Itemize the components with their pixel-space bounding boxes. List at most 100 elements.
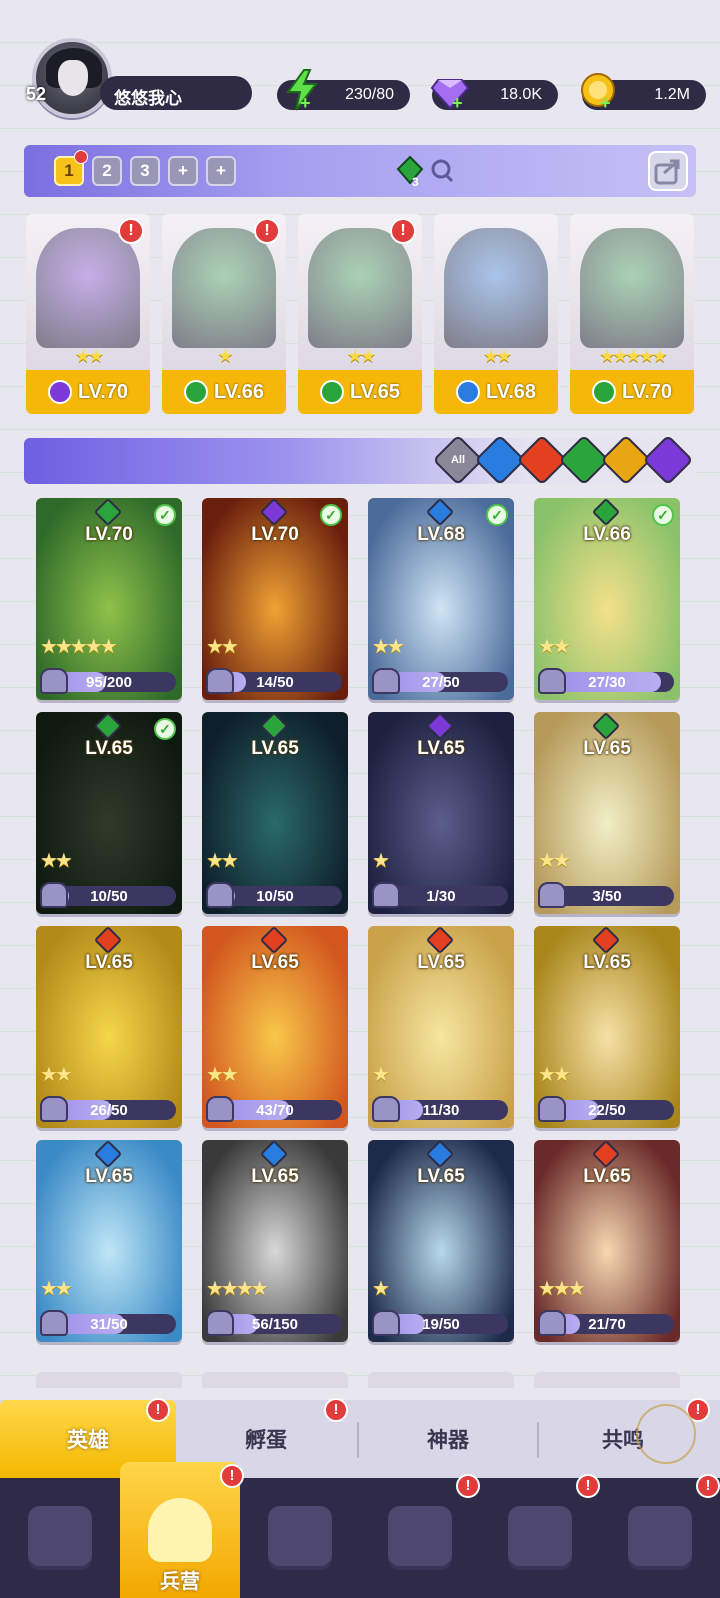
element-filter-bar: All [24,434,696,486]
hero-shard-progress: 19/50 [372,1310,508,1336]
hero-stars: ★★ [206,1064,239,1086]
hero-card[interactable]: LV.65 ★ 1/30 [368,712,514,914]
hero-card[interactable]: ✓ LV.70 ★★ 14/50 [202,498,348,700]
hero-stars: ★★ [538,636,571,658]
team-slot-add-2[interactable]: + [206,156,236,186]
nav-barracks[interactable]: 兵营 ! [120,1462,244,1598]
hero-level-bar: LV.70 [26,370,150,414]
nav-guild[interactable]: ! [480,1474,600,1598]
hero-stars: ★★ [538,1064,571,1086]
formation-hero-card[interactable]: ★ LV.66 ! [162,214,286,414]
team-slot-1[interactable]: 1 [54,150,88,186]
gem-plus-icon[interactable]: + [452,94,466,112]
tab-hatch-label: 孵蛋 [245,1429,287,1452]
hero-card[interactable]: LV.65 ★★ 22/50 [534,926,680,1128]
nav-cards[interactable] [0,1478,120,1598]
gold-plus-icon[interactable]: + [600,94,614,112]
hero-stars: ★★★ [538,1278,586,1300]
hero-shard-progress: 1/30 [372,882,508,908]
player-avatar[interactable] [32,38,112,118]
hero-level: LV.68 [417,524,465,545]
energy-plus-icon[interactable]: + [300,94,314,112]
hero-card[interactable]: ✓ LV.68 ★★ 27/50 [368,498,514,700]
hero-card[interactable]: LV.65 ★★ 3/50 [534,712,680,914]
team-slot-1-label: 1 [64,161,74,180]
hero-shard-progress: 56/150 [206,1310,342,1336]
hero-card[interactable]: LV.65 ★★★ 21/70 [534,1140,680,1342]
hero-card[interactable]: LV.65 ★★★★ 56/150 [202,1140,348,1342]
progress-text: 43/70 [256,1102,294,1119]
progress-text: 14/50 [256,674,294,691]
formation-hero-card[interactable]: ★★ LV.68 [434,214,558,414]
share-button[interactable] [648,151,688,191]
team-slot-add-1[interactable]: + [168,156,198,186]
progress-text: 95/200 [86,674,132,691]
svg-text:3: 3 [412,175,419,189]
team-slot-2-label: 2 [102,161,112,180]
lineup-gem-icon[interactable]: 3 [396,153,456,189]
hero-level: LV.65 [349,380,401,403]
progress-text: 3/50 [592,888,622,905]
hero-shard-progress: 31/50 [40,1310,176,1336]
progress-text: 27/30 [588,674,626,691]
hero-level: LV.65 [251,1166,299,1187]
hero-stars: ★★ [40,1278,73,1300]
checkmark-icon: ✓ [486,504,508,526]
alert-badge-icon: ! [456,1474,480,1498]
formation-hero-card[interactable]: ★★ LV.70 ! [26,214,150,414]
checkmark-icon: ✓ [320,504,342,526]
hero-card[interactable]: ✓ LV.66 ★★ 27/30 [534,498,680,700]
hero-stars: ★★ [74,346,104,366]
hero-card[interactable]: LV.65 ★ 11/30 [368,926,514,1128]
hero-card[interactable]: LV.65 ★★ 26/50 [36,926,182,1128]
formation-hero-card[interactable]: ★★ LV.65 ! [298,214,422,414]
team-slot-2[interactable]: 2 [92,156,122,186]
hero-level: LV.65 [417,952,465,973]
hero-stars: ★★ [482,346,512,366]
hero-card[interactable]: LV.65 ★★ 43/70 [202,926,348,1128]
nav-castle[interactable]: ! [360,1474,480,1598]
nav-events[interactable]: ! [600,1474,720,1598]
hero-card[interactable]: LV.65 ★ 19/50 [368,1140,514,1342]
tab-artifact[interactable]: 神器 [358,1400,538,1478]
alert-dot-icon [74,150,88,164]
formation-hero-card[interactable]: ★★★★★ LV.70 [570,214,694,414]
hero-level: LV.65 [583,738,631,759]
hero-level: LV.65 [417,738,465,759]
sparkle-ring-icon [636,1404,696,1464]
hero-card[interactable]: ✓ LV.65 ★★ 10/50 [36,712,182,914]
hero-level-bar: LV.65 [298,370,422,414]
player-name[interactable]: 悠悠我心 [100,76,252,110]
progress-text: 56/150 [252,1316,298,1333]
hero-card[interactable]: ✓ LV.70 ★★★★★ 95/200 [36,498,182,700]
player-name-text: 悠悠我心 [114,89,182,108]
share-icon [654,159,680,185]
hero-card[interactable]: LV.65 ★★ 10/50 [202,712,348,914]
hero-shard-progress: 14/50 [206,668,342,694]
hero-level: LV.65 [251,738,299,759]
tab-artifact-label: 神器 [427,1429,469,1452]
alert-badge-icon: ! [390,218,416,244]
formation-lineup: ★★ LV.70 ! ★ LV.66 ! ★★ LV.65 ! ★★ LV.68 [26,214,694,414]
hero-shard-progress: 10/50 [206,882,342,908]
guild-icon [508,1506,572,1570]
progress-text: 21/70 [588,1316,626,1333]
events-icon [628,1506,692,1570]
alert-badge-icon: ! [146,1398,170,1422]
alert-badge-icon: ! [324,1398,348,1422]
hero-level: LV.65 [417,1166,465,1187]
filter-dark-icon[interactable] [642,434,694,486]
checkmark-icon: ✓ [652,504,674,526]
hero-card[interactable]: LV.65 ★★ 31/50 [36,1140,182,1342]
nature-element-icon [591,380,616,404]
team-slot-3-label: 3 [140,161,150,180]
nav-book[interactable] [240,1478,360,1598]
hero-shard-progress: 43/70 [206,1096,342,1122]
team-slot-3[interactable]: 3 [130,156,160,186]
hero-shard-progress: 3/50 [538,882,674,908]
hero-level: LV.70 [77,380,129,403]
hero-shard-progress: 21/70 [538,1310,674,1336]
hero-level: LV.65 [251,952,299,973]
alert-badge-icon: ! [576,1474,600,1498]
progress-text: 27/50 [422,674,460,691]
